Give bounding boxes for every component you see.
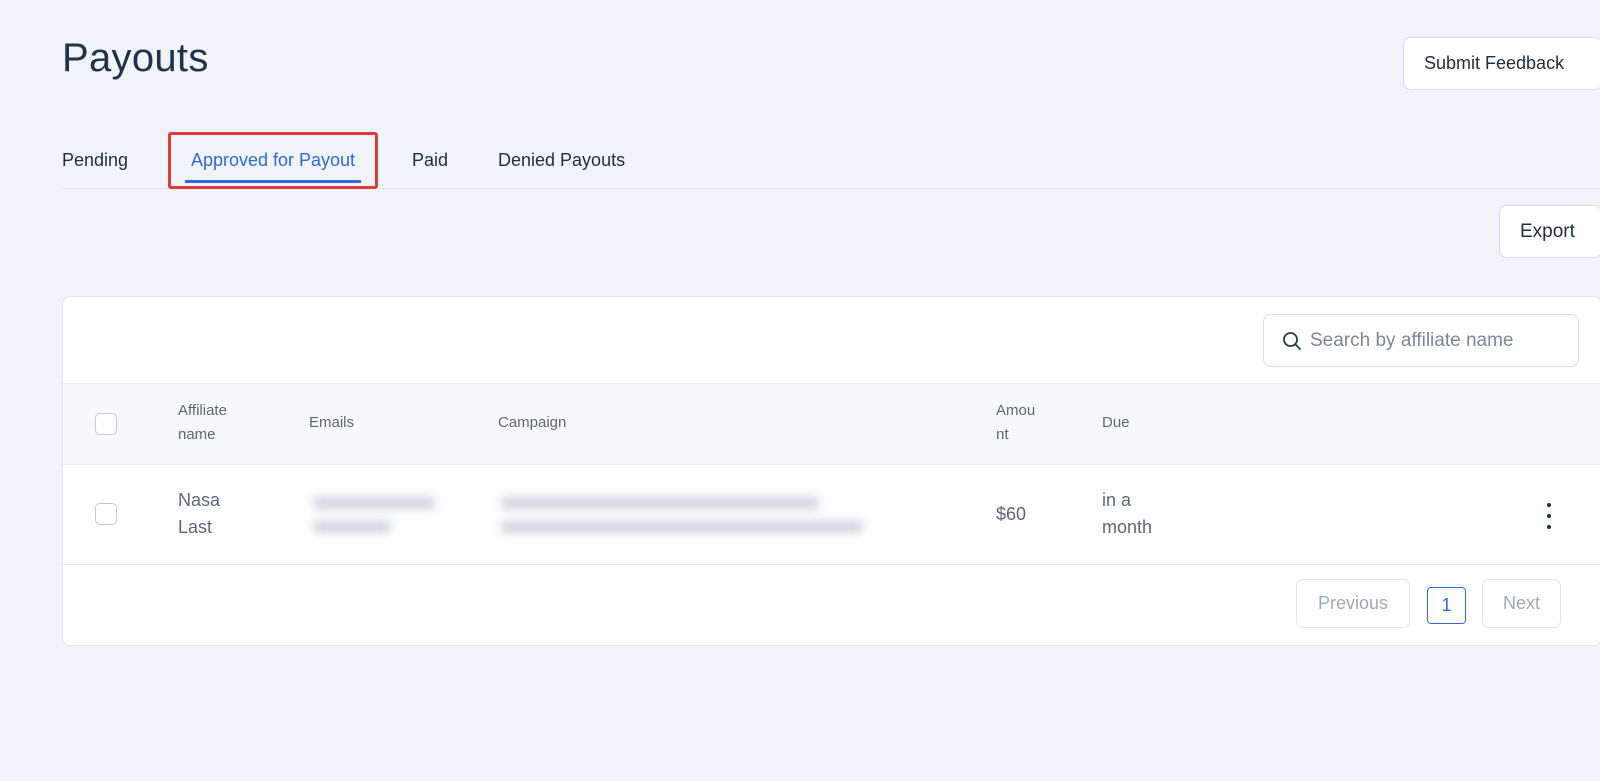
select-all-checkbox[interactable] xyxy=(95,413,117,435)
column-emails: Emails xyxy=(309,414,355,431)
row-checkbox[interactable] xyxy=(95,503,117,525)
next-page-button[interactable]: Next xyxy=(1482,579,1561,628)
due-cell: in a month xyxy=(1102,490,1153,537)
email-redacted xyxy=(313,497,435,509)
amount-cell: $60 xyxy=(996,504,1027,524)
column-affiliate-name: Affiliate name xyxy=(178,402,227,443)
page-number-button[interactable]: 1 xyxy=(1427,587,1466,624)
export-button[interactable]: Export xyxy=(1499,205,1600,258)
search-field[interactable] xyxy=(1263,314,1579,367)
page-title: Payouts xyxy=(62,36,209,80)
row-actions-menu-icon[interactable] xyxy=(1539,503,1559,529)
column-amount: Amount xyxy=(996,402,1036,443)
tab-paid[interactable]: Paid xyxy=(412,132,448,189)
campaign-redacted xyxy=(501,497,819,509)
table-header: Affiliate name Emails Campaign Amount Du… xyxy=(63,383,1600,465)
affiliate-name-cell: Nasa Last xyxy=(178,490,221,537)
active-tab-indicator xyxy=(185,180,361,183)
tab-pending[interactable]: Pending xyxy=(62,132,128,189)
email-redacted-line-2 xyxy=(313,521,391,533)
previous-page-button[interactable]: Previous xyxy=(1296,579,1410,628)
payout-tabs: Pending Approved for Payout Paid Denied … xyxy=(62,132,1600,189)
tab-approved-label: Approved for Payout xyxy=(190,150,356,170)
search-icon xyxy=(1283,331,1301,350)
search-input[interactable] xyxy=(1310,329,1550,352)
submit-feedback-button[interactable]: Submit Feedback xyxy=(1403,37,1600,90)
payouts-table-card: Affiliate name Emails Campaign Amount Du… xyxy=(62,296,1600,646)
tab-approved-for-payout[interactable]: Approved for Payout xyxy=(168,132,378,189)
tab-denied-payouts[interactable]: Denied Payouts xyxy=(498,132,625,189)
column-campaign: Campaign xyxy=(498,414,567,431)
column-due: Due xyxy=(1102,414,1130,431)
campaign-redacted-line-2 xyxy=(501,521,863,533)
payouts-page: Payouts Submit Feedback Pending Approved… xyxy=(0,0,1600,781)
table-row[interactable]: Nasa Last $60 in a month xyxy=(63,465,1600,565)
